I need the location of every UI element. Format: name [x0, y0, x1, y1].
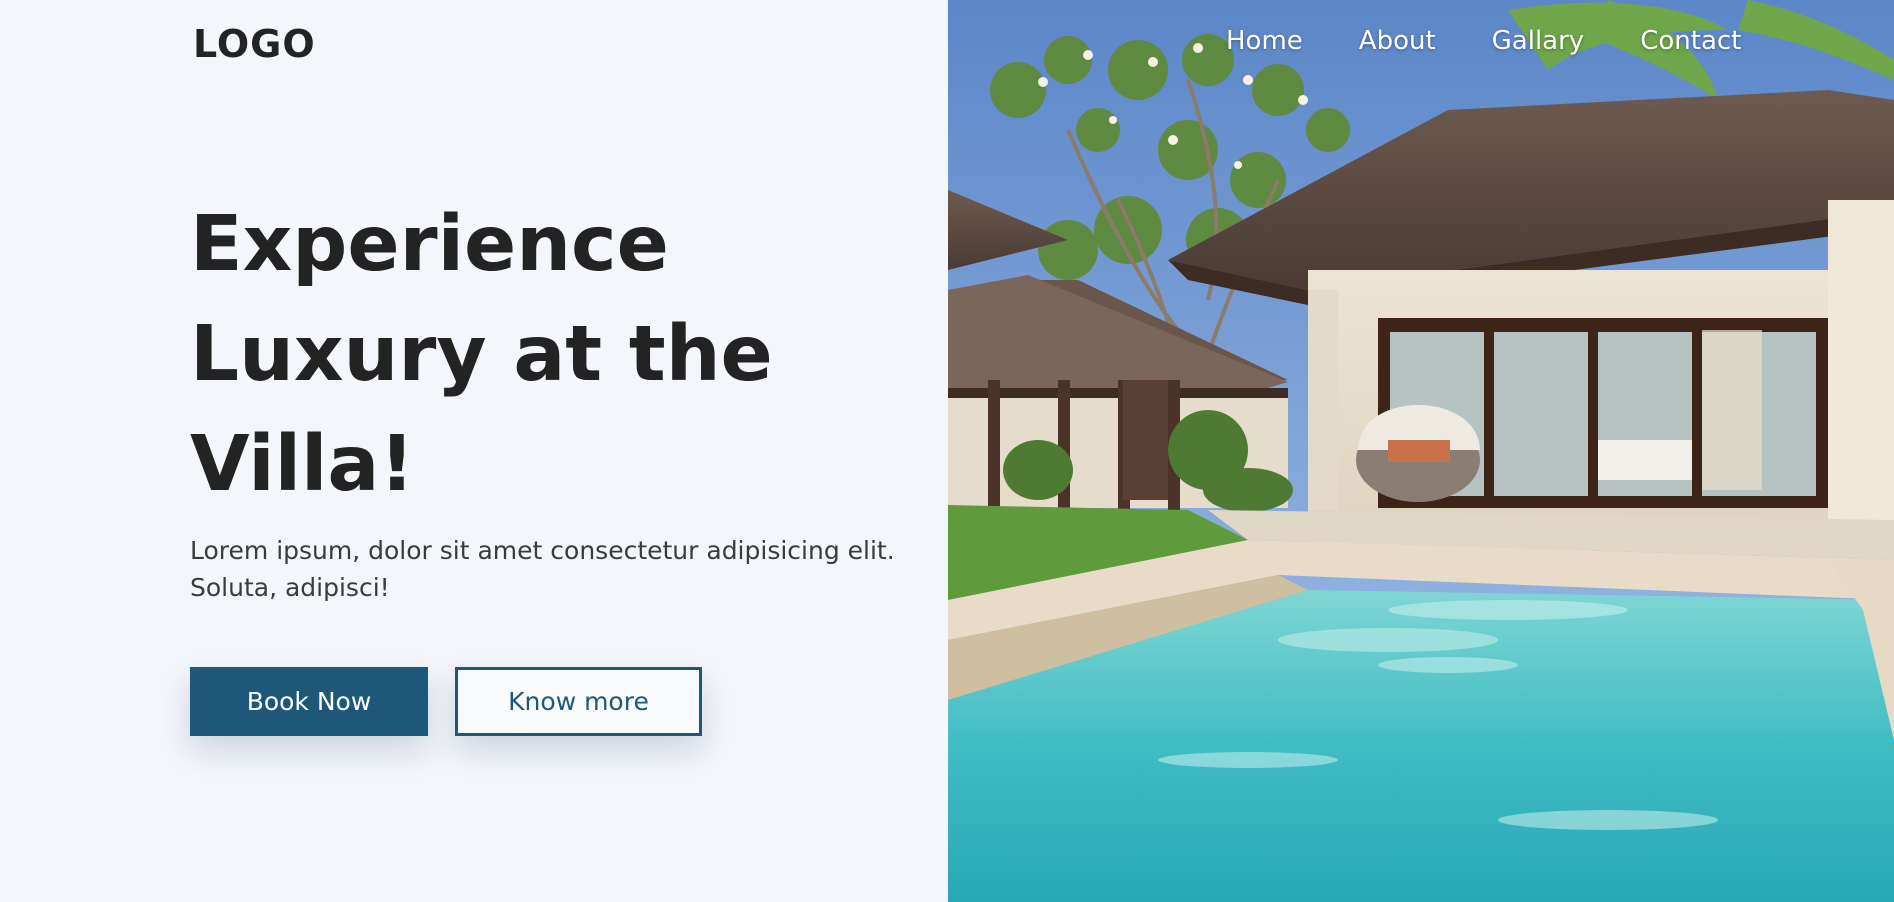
hero-content-panel: LOGO Experience Luxury at the Villa! Lor…: [0, 0, 948, 902]
villa-pool-image: [948, 0, 1894, 902]
hero-title: Experience Luxury at the Villa!: [190, 190, 810, 520]
know-more-button[interactable]: Know more: [455, 667, 702, 736]
hero-title-line: Luxury at the: [190, 310, 773, 399]
hero-title-line: Villa!: [190, 420, 415, 509]
hero-description-line: Soluta, adipisci!: [190, 573, 390, 602]
nav-home[interactable]: Home: [1226, 26, 1303, 56]
main-nav: Home About Gallary Contact: [1226, 26, 1741, 56]
hero-title-line: Experience: [190, 200, 669, 289]
hero-description: Lorem ipsum, dolor sit amet consectetur …: [190, 532, 920, 606]
nav-contact[interactable]: Contact: [1640, 26, 1741, 56]
nav-about[interactable]: About: [1359, 26, 1436, 56]
landing-page: LOGO Experience Luxury at the Villa! Lor…: [0, 0, 1894, 902]
villa-pool-illustration: [948, 0, 1894, 902]
hero-description-line: Lorem ipsum, dolor sit amet consectetur …: [190, 536, 895, 565]
book-now-button[interactable]: Book Now: [190, 667, 428, 736]
logo[interactable]: LOGO: [193, 22, 316, 66]
nav-gallary[interactable]: Gallary: [1492, 26, 1585, 56]
